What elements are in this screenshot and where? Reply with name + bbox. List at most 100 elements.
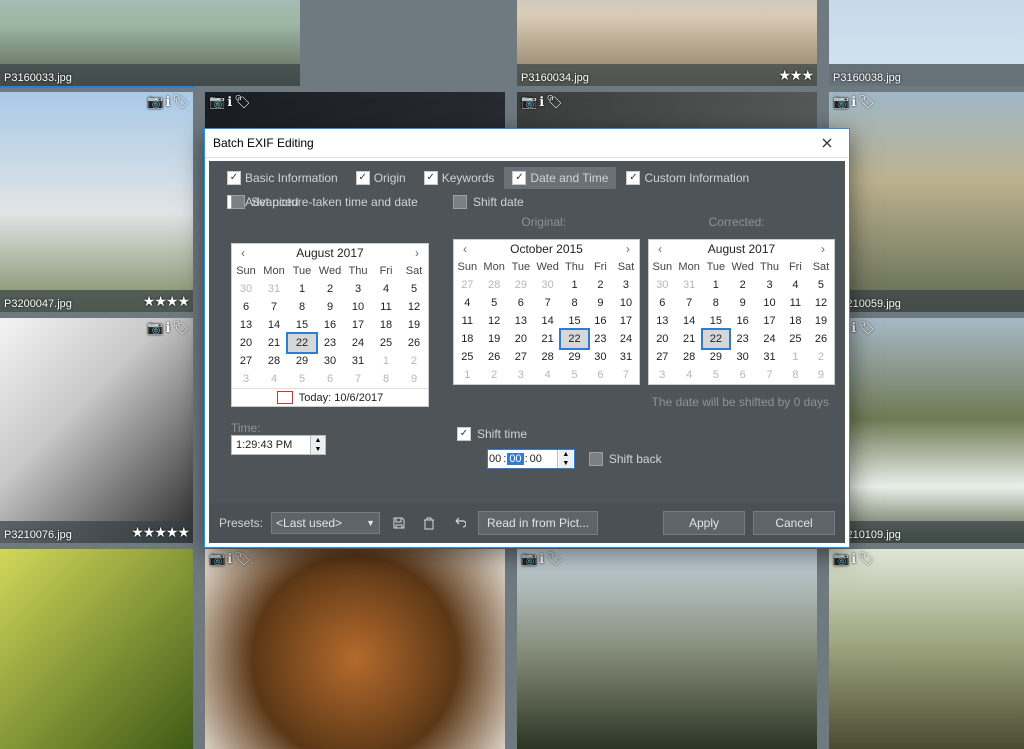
shift-time-input[interactable]: 00:00:00 ▲▼ xyxy=(487,449,575,469)
cal-day[interactable]: 31 xyxy=(676,276,703,294)
cal-day[interactable]: 21 xyxy=(676,330,703,348)
thumb[interactable]: 📷ℹ🏷 xyxy=(205,549,505,749)
cal-day[interactable]: 5 xyxy=(288,370,316,388)
cal-day[interactable]: 27 xyxy=(454,276,481,294)
cal-prev-icon[interactable]: ‹ xyxy=(653,242,667,256)
cal-day[interactable]: 17 xyxy=(613,312,639,330)
cal-day[interactable]: 9 xyxy=(588,294,613,312)
cal-day[interactable]: 25 xyxy=(372,334,400,352)
cal-day[interactable]: 12 xyxy=(481,312,508,330)
cal-day[interactable]: 6 xyxy=(316,370,344,388)
cancel-button[interactable]: Cancel xyxy=(753,511,835,535)
cal-day[interactable]: 25 xyxy=(454,348,481,366)
shift-time-toggle[interactable]: Shift time xyxy=(457,427,835,441)
cal-day[interactable]: 28 xyxy=(534,348,561,366)
time-input[interactable]: ▲▼ xyxy=(231,435,326,455)
cal-day[interactable]: 20 xyxy=(649,330,676,348)
cal-day[interactable]: 29 xyxy=(288,352,316,370)
cal-day[interactable]: 11 xyxy=(783,294,808,312)
cal-day[interactable]: 29 xyxy=(703,348,729,366)
tab-custom[interactable]: Custom Information xyxy=(618,167,757,189)
cal-day[interactable]: 18 xyxy=(783,312,808,330)
cal-day[interactable]: 6 xyxy=(508,294,534,312)
cal-day[interactable]: 14 xyxy=(676,312,703,330)
cal-day[interactable]: 19 xyxy=(808,312,834,330)
delete-preset-button[interactable] xyxy=(418,513,440,533)
cal-day[interactable]: 20 xyxy=(232,334,260,352)
cal-day[interactable]: 6 xyxy=(729,366,756,384)
cal-day[interactable]: 14 xyxy=(534,312,561,330)
thumb[interactable]: P3160038.jpg xyxy=(829,0,1024,86)
presets-select[interactable]: <Last used>▼ xyxy=(271,512,380,534)
cal-day[interactable]: 5 xyxy=(561,366,588,384)
cal-day[interactable]: 14 xyxy=(260,316,288,334)
thumb[interactable]: P3160034.jpg ★★★ xyxy=(517,0,817,86)
cal-day[interactable]: 1 xyxy=(561,276,588,294)
cal-day[interactable]: 5 xyxy=(481,294,508,312)
cal-day[interactable]: 10 xyxy=(344,298,372,316)
cal-prev-icon[interactable]: ‹ xyxy=(236,246,250,260)
cal-day[interactable]: 4 xyxy=(676,366,703,384)
cal-day[interactable]: 16 xyxy=(729,312,756,330)
calendar-corrected[interactable]: ‹August 2017›SunMonTueWedThuFriSat303112… xyxy=(648,239,835,385)
cal-day[interactable]: 2 xyxy=(481,366,508,384)
spin-down-icon[interactable]: ▼ xyxy=(311,445,325,454)
cal-day[interactable]: 31 xyxy=(344,352,372,370)
checkbox-icon[interactable] xyxy=(453,195,467,209)
cal-day[interactable]: 30 xyxy=(729,348,756,366)
checkbox-icon[interactable] xyxy=(589,452,603,466)
cal-day[interactable]: 22 xyxy=(288,334,316,352)
cal-day[interactable]: 8 xyxy=(703,294,729,312)
cal-day[interactable]: 9 xyxy=(400,370,428,388)
cal-day[interactable]: 15 xyxy=(561,312,588,330)
thumb[interactable]: 📷ℹ🏷 xyxy=(517,549,817,749)
cal-day[interactable]: 4 xyxy=(454,294,481,312)
thumb[interactable]: 📷ℹ🏷 xyxy=(829,549,1024,749)
cal-day[interactable]: 11 xyxy=(454,312,481,330)
cal-day[interactable]: 13 xyxy=(508,312,534,330)
cal-day[interactable]: 22 xyxy=(561,330,588,348)
cal-day[interactable]: 13 xyxy=(232,316,260,334)
apply-button[interactable]: Apply xyxy=(663,511,745,535)
cal-day[interactable]: 7 xyxy=(613,366,639,384)
spin-down-icon[interactable]: ▼ xyxy=(559,459,573,468)
tab-checkbox[interactable] xyxy=(512,171,526,185)
cal-day[interactable]: 1 xyxy=(703,276,729,294)
time-value[interactable] xyxy=(232,439,310,451)
cal-day[interactable]: 27 xyxy=(508,348,534,366)
cal-day[interactable]: 28 xyxy=(481,276,508,294)
cal-day[interactable]: 30 xyxy=(316,352,344,370)
cal-day[interactable]: 2 xyxy=(400,352,428,370)
cal-day[interactable]: 3 xyxy=(649,366,676,384)
cal-day[interactable]: 26 xyxy=(481,348,508,366)
cal-day[interactable]: 20 xyxy=(508,330,534,348)
close-button[interactable] xyxy=(813,132,841,154)
cal-day[interactable]: 3 xyxy=(344,280,372,298)
spin-up-icon[interactable]: ▲ xyxy=(559,450,573,459)
cal-day[interactable]: 6 xyxy=(232,298,260,316)
spin-up-icon[interactable]: ▲ xyxy=(311,436,325,445)
cal-day[interactable]: 7 xyxy=(344,370,372,388)
shift-spinner[interactable]: ▲▼ xyxy=(557,450,574,468)
cal-day[interactable]: 4 xyxy=(372,280,400,298)
cal-day[interactable]: 13 xyxy=(649,312,676,330)
cal-day[interactable]: 2 xyxy=(729,276,756,294)
shift-date-toggle[interactable]: Shift date xyxy=(453,195,835,209)
cal-day[interactable]: 9 xyxy=(316,298,344,316)
cal-day[interactable]: 18 xyxy=(372,316,400,334)
cal-day[interactable]: 5 xyxy=(703,366,729,384)
cal-day[interactable]: 30 xyxy=(534,276,561,294)
cal-day[interactable]: 30 xyxy=(232,280,260,298)
cal-day[interactable]: 16 xyxy=(588,312,613,330)
cal-day[interactable]: 3 xyxy=(756,276,783,294)
cal-day[interactable]: 24 xyxy=(344,334,372,352)
cal-day[interactable]: 23 xyxy=(588,330,613,348)
cal-day[interactable]: 12 xyxy=(808,294,834,312)
cal-day[interactable]: 15 xyxy=(703,312,729,330)
cal-day[interactable]: 3 xyxy=(508,366,534,384)
cal-day[interactable]: 28 xyxy=(676,348,703,366)
undo-icon[interactable] xyxy=(448,513,470,533)
cal-day[interactable]: 6 xyxy=(649,294,676,312)
cal-day[interactable]: 29 xyxy=(561,348,588,366)
cal-day[interactable]: 9 xyxy=(808,366,834,384)
